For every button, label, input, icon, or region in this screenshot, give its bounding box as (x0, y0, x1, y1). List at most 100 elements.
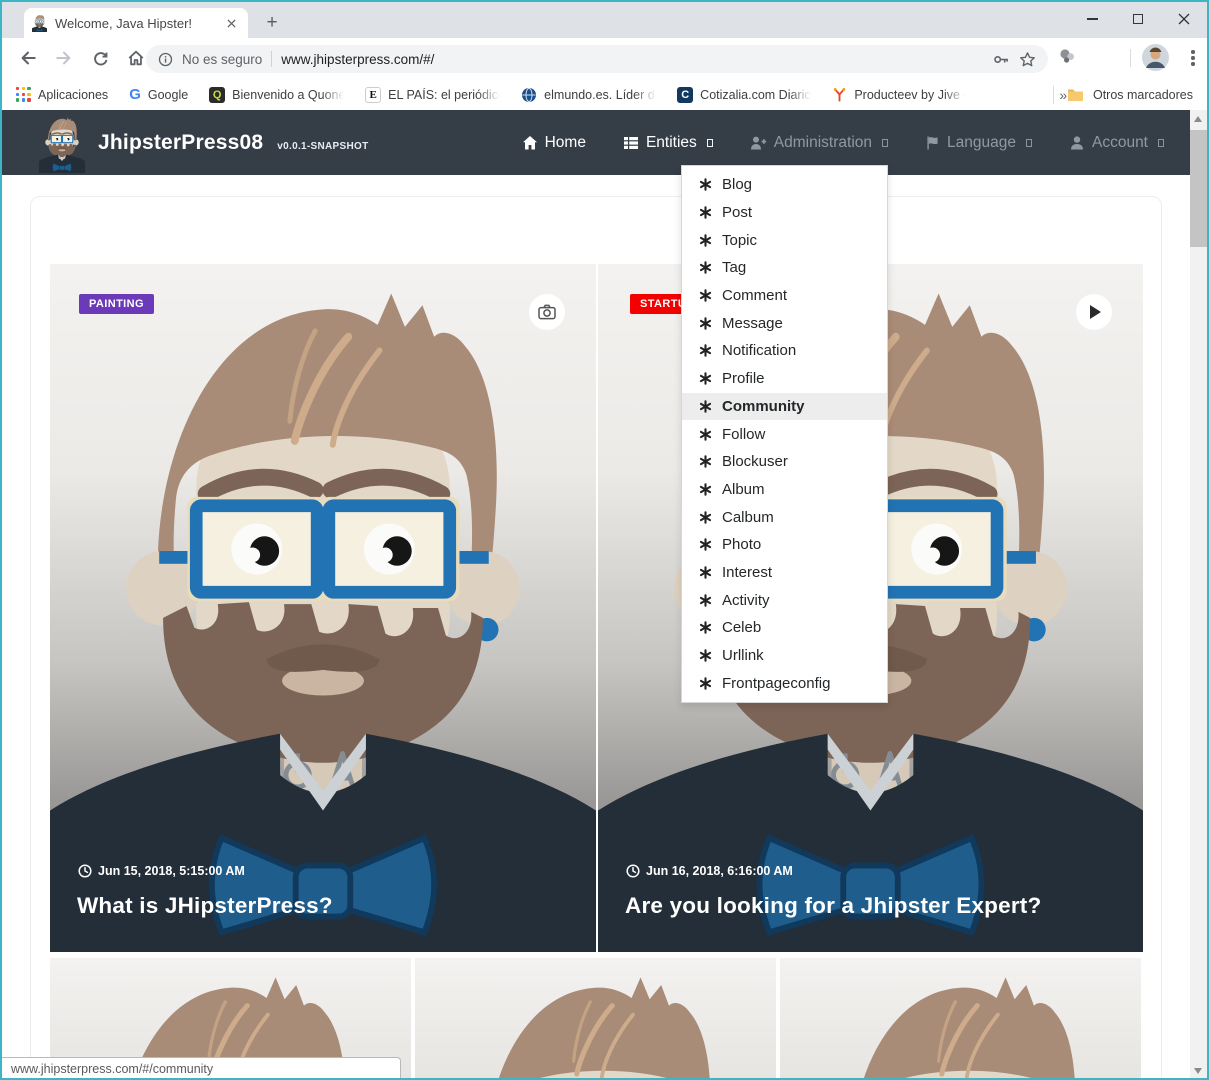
menu-item-tag[interactable]: Tag (682, 254, 887, 282)
tab-title: Welcome, Java Hipster! (55, 16, 215, 31)
nav-item-account[interactable]: Account (1069, 134, 1164, 152)
post-title[interactable]: What is JHipsterPress? (77, 893, 333, 919)
forward-button[interactable] (52, 46, 76, 70)
address-bar[interactable]: No es seguro www.jhipsterpress.com/#/ (146, 45, 1048, 73)
bookmark-google[interactable]: G Google (129, 86, 188, 103)
asterisk-icon (699, 289, 712, 302)
window-controls (1069, 2, 1207, 36)
asterisk-icon (699, 455, 712, 468)
menu-item-activity[interactable]: Activity (682, 586, 887, 614)
menu-item-community[interactable]: Community (682, 393, 887, 421)
menu-item-album[interactable]: Album (682, 476, 887, 504)
page-scrollbar[interactable] (1190, 110, 1207, 1080)
hipster-favicon-icon (32, 14, 47, 32)
menu-item-photo[interactable]: Photo (682, 531, 887, 559)
bookmark-elmundo[interactable]: elmundo.es. Líder de (521, 87, 656, 103)
menu-item-frontpageconfig[interactable]: Frontpageconfig (682, 669, 887, 697)
asterisk-icon (699, 511, 712, 524)
home-button[interactable] (124, 46, 148, 70)
bookmark-cotizalia[interactable]: C Cotizalia.com Diario (677, 87, 811, 103)
page-viewport: JhipsterPress08 v0.0.1-SNAPSHOT Home Ent… (2, 110, 1190, 1080)
play-button[interactable] (1076, 294, 1112, 330)
browser-window: Welcome, Java Hipster! + (0, 0, 1209, 1080)
menu-item-follow[interactable]: Follow (682, 420, 887, 448)
cotizalia-icon: C (677, 87, 693, 103)
asterisk-icon (699, 566, 712, 579)
menu-item-topic[interactable]: Topic (682, 226, 887, 254)
security-label: No es seguro (182, 52, 262, 67)
browser-menu-button[interactable] (1184, 46, 1202, 70)
browser-tab[interactable]: Welcome, Java Hipster! (24, 8, 248, 38)
bookmark-producteev[interactable]: Producteev by Jive - (832, 87, 966, 102)
post-card-small[interactable] (415, 958, 776, 1080)
asterisk-icon (699, 234, 712, 247)
quoner-icon: Q (209, 87, 225, 103)
asterisk-icon (699, 400, 712, 413)
nav-item-home[interactable]: Home (522, 134, 586, 152)
info-icon[interactable] (158, 52, 173, 67)
bookmark-apps[interactable]: Aplicaciones (16, 87, 108, 102)
bookmark-quoner[interactable]: Q Bienvenido a Quoner (209, 87, 344, 103)
menu-item-notification[interactable]: Notification (682, 337, 887, 365)
caret-icon (707, 139, 713, 147)
asterisk-icon (699, 317, 712, 330)
bookmarks-bar: Aplicaciones G Google Q Bienvenido a Quo… (2, 79, 1207, 110)
menu-item-celeb[interactable]: Celeb (682, 614, 887, 642)
camera-icon (538, 304, 556, 320)
nav-item-administration[interactable]: Administration (750, 134, 888, 152)
flag-icon (925, 135, 940, 151)
brand-title: JhipsterPress08 (98, 131, 263, 155)
asterisk-icon (699, 428, 712, 441)
bookmarks-divider (1053, 86, 1054, 104)
new-tab-button[interactable]: + (258, 10, 286, 36)
post-date: Jun 15, 2018, 5:15:00 AM (78, 864, 245, 878)
reload-button[interactable] (88, 46, 112, 70)
asterisk-icon (699, 344, 712, 357)
extension-spheres-icon[interactable] (1058, 47, 1076, 70)
menu-item-profile[interactable]: Profile (682, 365, 887, 393)
asterisk-icon (699, 649, 712, 662)
clock-icon (78, 864, 92, 878)
nav-item-language[interactable]: Language (925, 134, 1032, 152)
menu-item-post[interactable]: Post (682, 199, 887, 227)
omnibox-divider (271, 51, 272, 67)
post-card-small[interactable] (780, 958, 1141, 1080)
caret-icon (1158, 139, 1164, 147)
minimize-button[interactable] (1069, 2, 1115, 36)
close-button[interactable] (1161, 2, 1207, 36)
menu-item-message[interactable]: Message (682, 309, 887, 337)
back-button[interactable] (16, 46, 40, 70)
minimize-icon (1087, 18, 1098, 19)
url-text[interactable]: www.jhipsterpress.com/#/ (281, 52, 984, 67)
caret-icon (882, 139, 888, 147)
post-card-painting[interactable]: PAINTING Jun 15, 2018, 5:15:00 AM What i… (50, 264, 596, 952)
asterisk-icon (699, 372, 712, 385)
bookmark-elpais[interactable]: E EL PAÍS: el periódico (365, 87, 500, 103)
scrollbar-thumb[interactable] (1190, 130, 1207, 247)
navbar-brand[interactable]: JhipsterPress08 v0.0.1-SNAPSHOT (38, 113, 368, 173)
asterisk-icon (699, 206, 712, 219)
tab-close-icon[interactable] (223, 15, 240, 32)
camera-button[interactable] (529, 294, 565, 330)
bookmark-star-icon[interactable] (1019, 51, 1036, 68)
post-title[interactable]: Are you looking for a Jhipster Expert? (625, 893, 1041, 919)
menu-item-blog[interactable]: Blog (682, 171, 887, 199)
nav-item-entities[interactable]: Entities (623, 134, 713, 152)
scroll-down-icon[interactable] (1194, 1068, 1202, 1074)
maximize-button[interactable] (1115, 2, 1161, 36)
key-icon[interactable] (993, 51, 1010, 68)
category-badge[interactable]: PAINTING (79, 294, 154, 314)
caret-icon (1026, 139, 1032, 147)
scroll-up-icon[interactable] (1194, 116, 1202, 122)
menu-item-comment[interactable]: Comment (682, 282, 887, 310)
home-icon (127, 49, 145, 67)
menu-item-interest[interactable]: Interest (682, 559, 887, 587)
menu-item-calbum[interactable]: Calbum (682, 503, 887, 531)
other-bookmarks-label[interactable]: Otros marcadores (1093, 88, 1193, 102)
brand-version: v0.0.1-SNAPSHOT (277, 141, 368, 152)
profile-avatar[interactable] (1142, 44, 1169, 76)
home-icon (522, 135, 538, 151)
menu-item-urllink[interactable]: Urllink (682, 642, 887, 670)
asterisk-icon (699, 538, 712, 551)
menu-item-blockuser[interactable]: Blockuser (682, 448, 887, 476)
